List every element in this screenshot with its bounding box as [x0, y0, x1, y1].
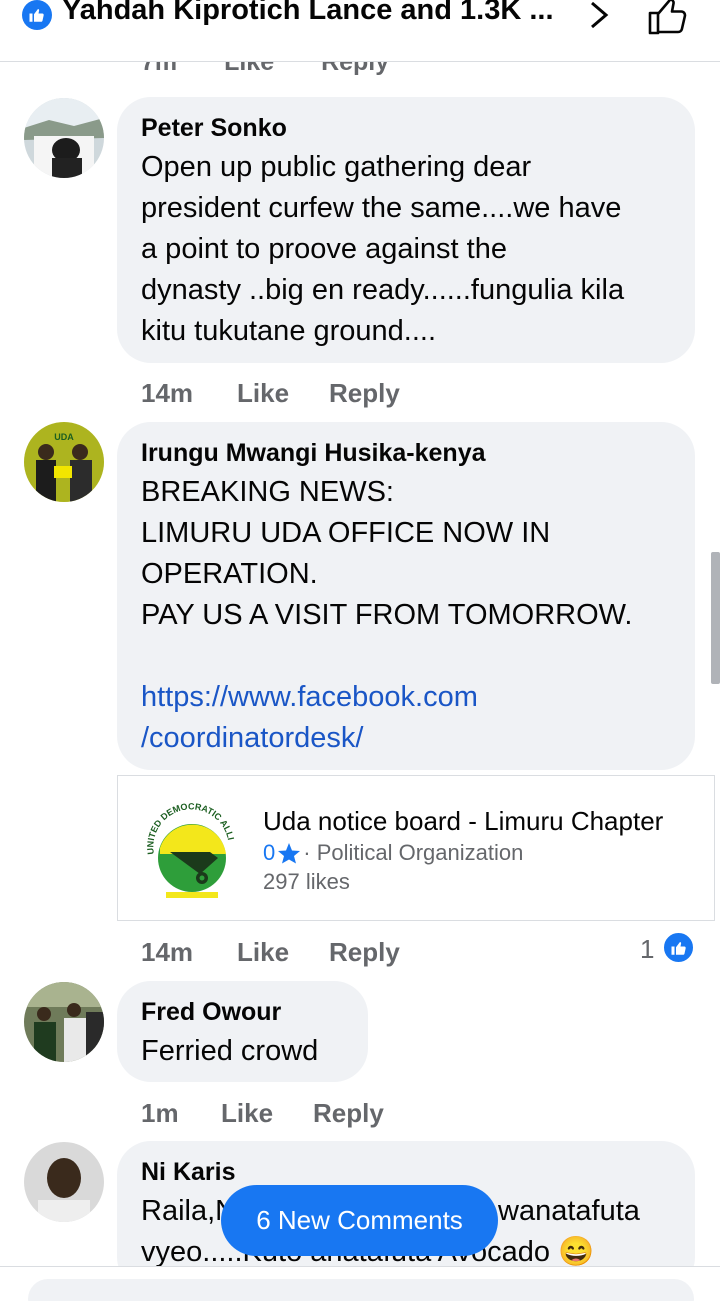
reply-action[interactable]: Reply [313, 1098, 384, 1129]
reaction-count[interactable]: 1 [640, 934, 654, 965]
comment-link[interactable]: /coordinatordesk/ [141, 718, 633, 759]
comment-line: dynasty ..big en ready......fungulia kil… [141, 274, 625, 306]
comment-author[interactable]: Fred Owour [141, 998, 281, 1027]
comment-line: a point to proove against the [141, 233, 507, 265]
like-action[interactable]: Like [221, 1098, 273, 1129]
avatar[interactable] [24, 982, 104, 1062]
comment-time: 14m [141, 378, 194, 408]
comment-bubble[interactable]: Peter Sonko Open up public gathering dea… [117, 97, 695, 363]
comment-bubble[interactable]: Fred Owour Ferried crowd [117, 981, 368, 1082]
card-rating: 0 [263, 840, 276, 865]
comment-time: 1m [141, 1098, 179, 1128]
thumbs-up-outline-icon[interactable] [646, 0, 690, 36]
avatar[interactable]: UDA [24, 422, 104, 502]
star-icon [277, 842, 301, 864]
card-title[interactable]: Uda notice board - Limuru Chapter [263, 806, 663, 837]
comment-time: 14m [141, 937, 194, 967]
comment-line: LIMURU UDA OFFICE NOW IN [141, 517, 551, 549]
card-subtitle: 0 · Political Organization [263, 840, 523, 866]
like-reaction-icon[interactable] [662, 931, 695, 964]
new-comments-button[interactable]: 6 New Comments [221, 1185, 498, 1256]
comment-line: BREAKING NEWS: [141, 476, 394, 508]
svg-text:UDA: UDA [54, 432, 74, 442]
reactions-summary-link[interactable]: Yahdah Kiprotich Lance and 1.3K ... [62, 0, 554, 27]
card-category: · Political Organization [303, 840, 524, 865]
comment-bubble[interactable]: Irungu Mwangi Husika-kenya BREAKING NEWS… [117, 422, 695, 770]
like-action[interactable]: Like [237, 937, 289, 968]
reply-action[interactable]: Reply [329, 937, 400, 968]
link-preview-card[interactable]: UNITED DEMOCRATIC ALLIANCE Uda notice bo… [117, 775, 715, 921]
comment-author[interactable]: Ni Karis [141, 1158, 235, 1187]
comment-line: kitu tukutane ground.... [141, 315, 437, 347]
avatar[interactable] [24, 98, 104, 178]
write-comment-input[interactable] [28, 1279, 694, 1301]
comment-line: PAY US A VISIT FROM TOMORROW. [141, 599, 633, 631]
reply-action[interactable]: Reply [329, 378, 400, 409]
comment-text: Ferried crowd [141, 1035, 319, 1067]
like-badge-icon [22, 0, 52, 30]
comment-line-fragment: wanatafuta [498, 1195, 640, 1227]
comment-composer-bar [0, 1266, 720, 1301]
comment-text: Open up public gathering dear president … [141, 147, 624, 352]
chevron-right-icon[interactable] [586, 0, 612, 30]
comment-text: BREAKING NEWS: LIMURU UDA OFFICE NOW IN … [141, 472, 633, 759]
comment-author[interactable]: Peter Sonko [141, 114, 287, 143]
uda-logo-icon: UNITED DEMOCRATIC ALLIANCE [137, 792, 240, 900]
scrollbar[interactable] [711, 552, 720, 684]
post-header: Yahdah Kiprotich Lance and 1.3K ... [0, 0, 720, 62]
comment-line: president curfew the same....we have [141, 192, 622, 224]
comment-link[interactable]: https://www.facebook.com [141, 677, 633, 718]
avatar[interactable] [24, 1142, 104, 1222]
comment-line: Open up public gathering dear [141, 151, 532, 183]
like-action[interactable]: Like [237, 378, 289, 409]
comment-line: OPERATION. [141, 558, 318, 590]
comment-author[interactable]: Irungu Mwangi Husika-kenya [141, 439, 486, 468]
card-likes: 297 likes [263, 869, 350, 894]
